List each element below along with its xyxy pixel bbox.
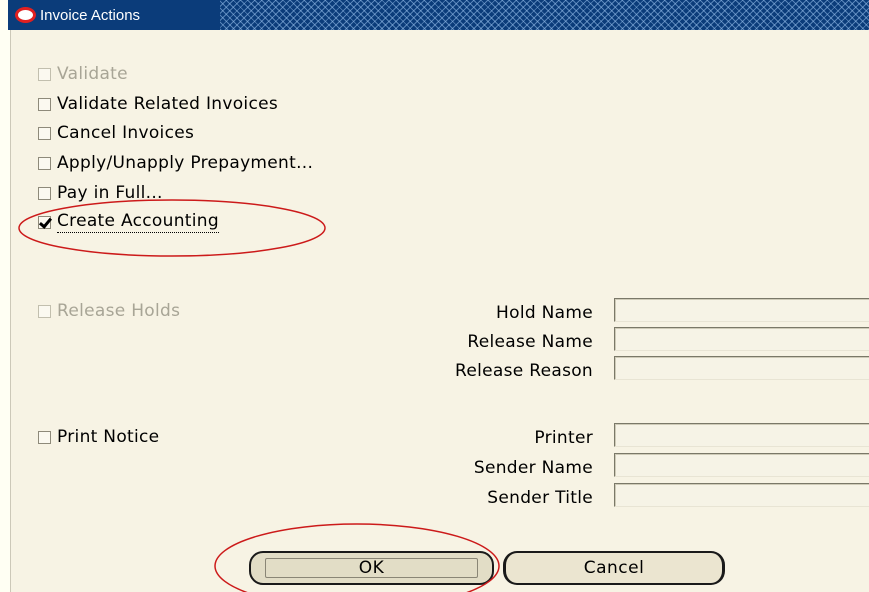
validate-related-invoices-checkbox[interactable]: Validate Related Invoices bbox=[38, 94, 278, 114]
release-name-field[interactable] bbox=[614, 327, 869, 351]
title-bar[interactable]: Invoice Actions bbox=[8, 0, 869, 30]
checkbox-box bbox=[38, 304, 51, 318]
pay-in-full-label: Pay in Full... bbox=[57, 183, 163, 203]
release-reason-field[interactable] bbox=[614, 356, 869, 380]
cancel-invoices-label: Cancel Invoices bbox=[57, 123, 195, 143]
checkbox-box[interactable] bbox=[38, 126, 51, 140]
pay-in-full-checkbox[interactable]: Pay in Full... bbox=[38, 183, 163, 203]
checkbox-checked-icon[interactable] bbox=[38, 215, 51, 229]
printer-label: Printer bbox=[534, 428, 593, 448]
sender-title-field[interactable] bbox=[614, 483, 869, 507]
release-holds-checkbox: Release Holds bbox=[38, 301, 180, 321]
print-notice-label: Print Notice bbox=[57, 427, 160, 447]
ok-button-focus-ring bbox=[265, 558, 478, 578]
apply-unapply-prepayment-label: Apply/Unapply Prepayment... bbox=[57, 153, 314, 173]
cancel-button-label: Cancel bbox=[583, 558, 645, 578]
sender-title-label: Sender Title bbox=[487, 488, 593, 508]
validate-related-invoices-label: Validate Related Invoices bbox=[57, 94, 279, 114]
validate-checkbox: Validate bbox=[38, 64, 128, 84]
checkbox-box[interactable] bbox=[38, 186, 51, 200]
checkbox-box[interactable] bbox=[38, 430, 51, 444]
validate-label: Validate bbox=[57, 64, 128, 84]
checkbox-box[interactable] bbox=[38, 97, 51, 111]
sender-name-field[interactable] bbox=[614, 453, 869, 477]
printer-field[interactable] bbox=[614, 423, 869, 447]
checkbox-box[interactable] bbox=[38, 156, 51, 170]
checkbox-box bbox=[38, 67, 51, 81]
hold-name-label: Hold Name bbox=[496, 303, 593, 323]
ok-button[interactable]: OK bbox=[249, 551, 494, 585]
title-bar-left: Invoice Actions bbox=[8, 0, 220, 30]
cancel-invoices-checkbox[interactable]: Cancel Invoices bbox=[38, 123, 194, 143]
apply-unapply-prepayment-checkbox[interactable]: Apply/Unapply Prepayment... bbox=[38, 153, 313, 173]
oracle-icon bbox=[15, 7, 36, 23]
sender-name-label: Sender Name bbox=[473, 458, 593, 478]
release-reason-label: Release Reason bbox=[455, 361, 593, 381]
create-accounting-checkbox[interactable]: Create Accounting bbox=[38, 211, 219, 233]
print-notice-checkbox[interactable]: Print Notice bbox=[38, 427, 159, 447]
create-accounting-label: Create Accounting bbox=[57, 211, 219, 233]
window-title: Invoice Actions bbox=[40, 6, 141, 24]
cancel-button[interactable]: Cancel bbox=[503, 551, 725, 585]
hold-name-field[interactable] bbox=[614, 298, 869, 322]
release-name-label: Release Name bbox=[467, 332, 593, 352]
release-holds-label: Release Holds bbox=[57, 301, 181, 321]
window-left-edge bbox=[0, 0, 11, 592]
